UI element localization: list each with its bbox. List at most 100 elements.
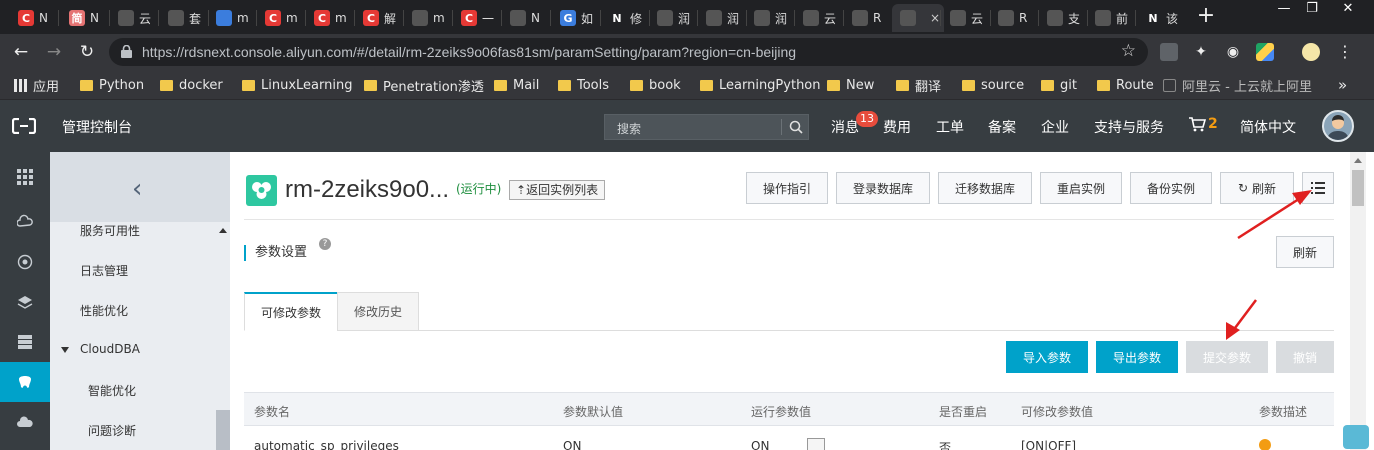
edit-pencil-icon[interactable] bbox=[807, 438, 825, 450]
layers-icon[interactable] bbox=[0, 282, 50, 322]
sidebar-item-diagnosis[interactable]: 问题诊断 bbox=[88, 422, 136, 439]
browser-tab[interactable]: C一 bbox=[453, 4, 499, 32]
browser-tab[interactable]: 润 bbox=[698, 4, 744, 32]
browser-tab[interactable]: G如 bbox=[552, 4, 598, 32]
browser-tab[interactable]: 云 bbox=[795, 4, 841, 32]
bookmark-item[interactable]: git bbox=[1041, 76, 1077, 94]
browser-tab[interactable]: N修 bbox=[601, 4, 647, 32]
param-refresh-button[interactable]: 刷新 bbox=[1276, 236, 1334, 268]
bookmark-item[interactable]: 阿里云 - 上云就上阿里 bbox=[1163, 76, 1312, 95]
browser-tab[interactable]: C解 bbox=[355, 4, 401, 32]
sidebar-collapse-button[interactable]: ‹ bbox=[50, 152, 230, 222]
backup-instance-button[interactable]: 备份实例 bbox=[1130, 172, 1212, 204]
address-bar[interactable]: https://rdsnext.console.aliyun.com/#/det… bbox=[109, 38, 1148, 66]
bookmark-item[interactable]: New bbox=[827, 76, 874, 94]
database-list-icon[interactable] bbox=[0, 322, 50, 362]
bookmark-star-icon[interactable]: ☆ bbox=[1121, 41, 1136, 61]
page-scrollbar[interactable] bbox=[1350, 152, 1366, 450]
feedback-float-icon[interactable] bbox=[1343, 425, 1369, 449]
tab-change-history[interactable]: 修改历史 bbox=[337, 292, 419, 331]
dropbox-icon[interactable]: ✦ bbox=[1192, 43, 1210, 61]
browser-tab[interactable]: 简N bbox=[61, 4, 107, 32]
rds-icon[interactable] bbox=[0, 362, 50, 402]
extension-dots-icon[interactable] bbox=[1160, 43, 1178, 61]
sidebar-scrollbar[interactable] bbox=[216, 222, 230, 450]
console-title[interactable]: 管理控制台 bbox=[62, 117, 132, 137]
page-scroll-up-icon[interactable] bbox=[1354, 158, 1362, 163]
restart-instance-button[interactable]: 重启实例 bbox=[1040, 172, 1122, 204]
bookmark-item[interactable]: 翻译 bbox=[896, 76, 941, 95]
bookmark-item[interactable]: Penetration渗透 bbox=[364, 76, 484, 95]
browser-tab[interactable]: × bbox=[892, 4, 944, 32]
close-window-button[interactable]: ✕ bbox=[1334, 0, 1362, 18]
nav-enterprise[interactable]: 企业 bbox=[1041, 117, 1069, 137]
search-icon[interactable] bbox=[789, 120, 803, 134]
browser-tab[interactable]: 云 bbox=[942, 4, 988, 32]
login-db-button[interactable]: 登录数据库 bbox=[836, 172, 930, 204]
bookmark-item[interactable]: Mail bbox=[494, 76, 539, 94]
forward-icon[interactable]: → bbox=[43, 41, 65, 63]
bookmark-item[interactable]: source bbox=[962, 76, 1024, 94]
bookmark-item[interactable]: docker bbox=[160, 76, 223, 94]
browser-tab[interactable]: R bbox=[844, 4, 890, 32]
list-menu-button[interactable] bbox=[1302, 172, 1334, 204]
submit-params-button[interactable]: 提交参数 bbox=[1186, 341, 1268, 373]
nav-language[interactable]: 简体中文 bbox=[1240, 117, 1296, 137]
tab-editable-params[interactable]: 可修改参数 bbox=[244, 292, 338, 331]
bookmark-item[interactable]: Route bbox=[1097, 76, 1154, 94]
nav-icp[interactable]: 备案 bbox=[988, 117, 1016, 137]
browser-tab[interactable]: R bbox=[990, 4, 1036, 32]
console-search-input[interactable]: 搜索 bbox=[604, 114, 809, 140]
aliyun-logo-icon[interactable] bbox=[12, 118, 36, 134]
browser-tab[interactable]: 云 bbox=[110, 4, 156, 32]
bookmark-item[interactable]: Tools bbox=[558, 76, 609, 94]
bookmark-item[interactable]: LearningPython bbox=[700, 76, 821, 94]
tab-close-icon[interactable]: × bbox=[930, 11, 940, 25]
browser-tab[interactable]: 润 bbox=[746, 4, 792, 32]
browser-menu-icon[interactable]: ⋮ bbox=[1334, 41, 1356, 63]
expand-triangle-icon[interactable] bbox=[61, 347, 69, 353]
google-drive-icon[interactable] bbox=[1256, 43, 1274, 61]
cloud-monitor-icon[interactable] bbox=[0, 202, 50, 242]
migrate-db-button[interactable]: 迁移数据库 bbox=[938, 172, 1032, 204]
browser-tab[interactable]: N bbox=[502, 4, 548, 32]
reload-icon[interactable]: ↻ bbox=[76, 41, 98, 63]
browser-tab[interactable]: Cm bbox=[257, 4, 303, 32]
nav-support[interactable]: 支持与服务 bbox=[1094, 117, 1164, 137]
page-scroll-thumb[interactable] bbox=[1352, 170, 1364, 206]
cancel-button[interactable]: 撤销 bbox=[1276, 341, 1334, 373]
bookmark-item[interactable]: Python bbox=[80, 76, 144, 94]
sidebar-item-logs[interactable]: 日志管理 bbox=[80, 262, 128, 279]
nav-billing[interactable]: 费用 bbox=[883, 117, 911, 137]
browser-tab[interactable]: 前 bbox=[1087, 4, 1133, 32]
bookmark-item[interactable]: LinuxLearning bbox=[242, 76, 352, 94]
new-tab-button[interactable]: + bbox=[1195, 5, 1217, 27]
browser-tab[interactable]: 润 bbox=[649, 4, 695, 32]
minimize-button[interactable]: — bbox=[1270, 0, 1298, 18]
grid-menu-icon[interactable] bbox=[0, 157, 50, 197]
sidebar-item-availability[interactable]: 服务可用性 bbox=[80, 222, 140, 239]
nav-messages[interactable]: 消息 bbox=[831, 117, 859, 137]
ecs-icon[interactable] bbox=[0, 242, 50, 282]
lightbulb-icon[interactable]: ◉ bbox=[1224, 43, 1242, 61]
sidebar-item-clouddba[interactable]: CloudDBA bbox=[80, 342, 140, 356]
info-warning-icon[interactable] bbox=[1259, 439, 1271, 450]
browser-tab[interactable]: N该 bbox=[1137, 4, 1183, 32]
cart-icon[interactable] bbox=[1188, 116, 1206, 132]
sidebar-item-performance[interactable]: 性能优化 bbox=[80, 302, 128, 319]
scroll-up-icon[interactable] bbox=[219, 228, 227, 233]
profile-avatar-icon[interactable] bbox=[1302, 43, 1320, 61]
cloud-storage-icon[interactable] bbox=[0, 402, 50, 442]
sidebar-scroll-thumb[interactable] bbox=[216, 410, 230, 450]
browser-tab[interactable]: CN bbox=[10, 4, 56, 32]
browser-tab[interactable]: m bbox=[208, 4, 254, 32]
maximize-button[interactable]: ❐ bbox=[1298, 0, 1326, 18]
back-icon[interactable]: ← bbox=[10, 41, 32, 63]
browser-tab[interactable]: 套 bbox=[160, 4, 206, 32]
browser-tab[interactable]: 支 bbox=[1039, 4, 1085, 32]
browser-tab[interactable]: m bbox=[404, 4, 450, 32]
bookmark-item[interactable]: 应用 bbox=[14, 76, 59, 95]
user-avatar[interactable] bbox=[1322, 110, 1354, 142]
export-params-button[interactable]: 导出参数 bbox=[1096, 341, 1178, 373]
help-icon[interactable]: ? bbox=[319, 238, 331, 250]
